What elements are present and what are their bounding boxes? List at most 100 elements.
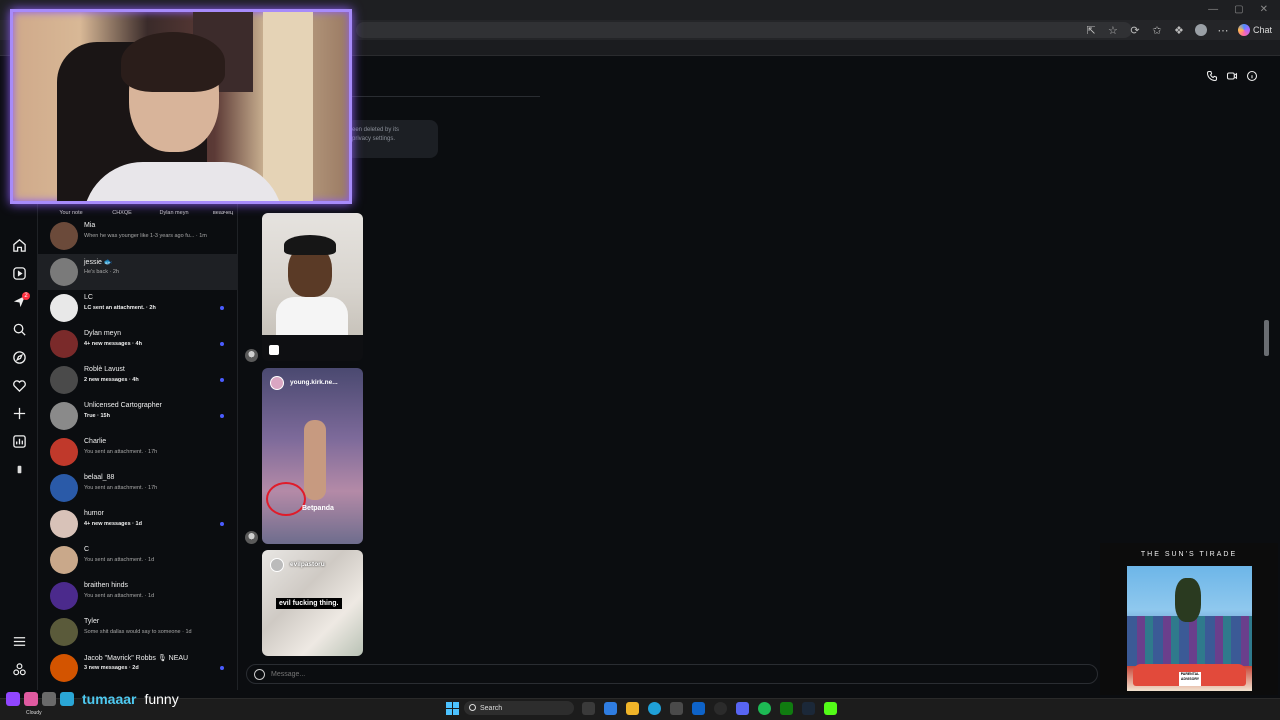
conversation-row[interactable]: humor 4+ new messages · 1d xyxy=(38,506,238,542)
parental-advisory-label: PARENTAL ADVISORY xyxy=(1179,672,1201,686)
deleted-notice-line: een deleted by its xyxy=(352,127,400,133)
install-app-icon[interactable]: ⇱ xyxy=(1084,23,1098,37)
explore-icon[interactable] xyxy=(12,350,27,365)
window-controls: — ▢ ✕ xyxy=(1208,4,1268,15)
discord-icon[interactable] xyxy=(736,702,749,715)
conversation-name: Jacob "Mavrick" Robbs 🎙 NEAU xyxy=(84,655,189,662)
conversation-name: Mia xyxy=(84,222,96,229)
conversation-row[interactable]: belaal_88 You sent an attachment. · 17h xyxy=(38,470,238,506)
conversation-row[interactable]: Unlicensed Cartographer True · 15h xyxy=(38,398,238,434)
obs-icon[interactable] xyxy=(714,702,727,715)
avatar xyxy=(50,438,78,466)
address-bar[interactable] xyxy=(356,22,1132,38)
conversation-row[interactable]: Dylan meyn 4+ new messages · 4h xyxy=(38,326,238,362)
conversation-preview: 4+ new messages · 1d xyxy=(84,521,142,527)
weather-label: Cloudy xyxy=(26,710,42,716)
conversation-preview: Some shit dallas would say to someone · … xyxy=(84,629,192,635)
sender-avatar[interactable] xyxy=(245,349,258,362)
conversation-row[interactable]: Charlie You sent an attachment. · 17h xyxy=(38,434,238,470)
edge-icon[interactable] xyxy=(648,702,661,715)
scrollbar-thumb[interactable] xyxy=(1264,320,1269,356)
thread-actions xyxy=(1206,69,1258,87)
search-icon xyxy=(469,704,476,711)
dashboard-icon[interactable] xyxy=(12,434,27,449)
conversation-row[interactable]: jessie 🐟 He's back · 2h xyxy=(38,254,238,290)
meta-apps-icon[interactable] xyxy=(12,662,27,677)
conversation-name: braithen hinds xyxy=(84,582,128,589)
avatar xyxy=(50,330,78,358)
conversation-preview: You sent an attachment. · 1d xyxy=(84,557,155,563)
copilot-chat-label: Chat xyxy=(1252,25,1272,35)
avatar xyxy=(50,402,78,430)
sender-avatar[interactable] xyxy=(245,531,258,544)
emoji-icon[interactable] xyxy=(254,669,265,680)
hamburger-menu-icon[interactable] xyxy=(12,634,27,649)
phone-call-icon[interactable] xyxy=(1206,69,1218,87)
more-menu-icon[interactable]: ⋯ xyxy=(1216,23,1230,37)
conversation-row[interactable]: Roblè Lavust 2 new messages · 4h xyxy=(38,362,238,398)
avatar xyxy=(50,258,78,286)
close-icon[interactable]: ✕ xyxy=(1260,4,1268,15)
note-label[interactable]: Your note xyxy=(46,210,96,216)
stream-chat-overlay: tumaaar funny xyxy=(6,690,179,708)
spotify-icon[interactable] xyxy=(758,702,771,715)
conversation-preview: True · 15h xyxy=(84,413,110,419)
taskbar-search[interactable]: Search xyxy=(464,701,574,715)
create-plus-icon[interactable] xyxy=(12,406,27,421)
reels-icon[interactable] xyxy=(12,266,27,281)
file-explorer-icon[interactable] xyxy=(626,702,639,715)
avatar xyxy=(50,510,78,538)
reel-handle: evilpastoru xyxy=(290,561,325,568)
video-call-icon[interactable] xyxy=(1226,69,1238,87)
note-label[interactable]: Dylan meyn xyxy=(148,210,200,216)
conversation-name: Dylan meyn xyxy=(84,330,121,337)
conversation-row[interactable]: C You sent an attachment. · 1d xyxy=(38,542,238,578)
now-playing-widget: THE SUN'S TIRADE PARENTAL ADVISORY xyxy=(1100,543,1278,695)
steam-icon[interactable] xyxy=(802,702,815,715)
profile-icon[interactable] xyxy=(1194,23,1208,37)
task-view-icon[interactable] xyxy=(582,702,595,715)
home-icon[interactable] xyxy=(12,238,27,253)
profile-avatar-icon[interactable] xyxy=(12,462,27,477)
avatar xyxy=(50,294,78,322)
windows-start-icon[interactable] xyxy=(446,702,459,715)
reel-handle: young.kirk.ne... xyxy=(290,379,338,386)
reel-caption: Betpanda xyxy=(302,505,334,512)
message-composer xyxy=(246,664,1098,684)
copilot-app-icon[interactable] xyxy=(604,702,617,715)
conversation-info-icon[interactable] xyxy=(1246,69,1258,87)
conversation-row[interactable]: Jacob "Mavrick" Robbs 🎙 NEAU 3 new messag… xyxy=(38,650,238,686)
notifications-heart-icon[interactable] xyxy=(12,378,27,393)
reel-thumbnail xyxy=(304,420,326,500)
restore-icon[interactable]: ▢ xyxy=(1234,4,1243,15)
deleted-message-notice: een deleted by its privacy settings. xyxy=(346,120,438,158)
message-input[interactable] xyxy=(271,668,1071,681)
bookmark-star-icon[interactable]: ☆ xyxy=(1106,23,1120,37)
conversation-name: Tyler xyxy=(84,618,100,625)
shared-reel[interactable]: young.kirk.ne... Betpanda xyxy=(262,368,363,544)
search-icon[interactable] xyxy=(12,322,27,337)
unread-dot xyxy=(220,378,224,382)
note-label[interactable]: CHXQE xyxy=(96,210,148,216)
unread-dot xyxy=(220,522,224,526)
shared-reel[interactable] xyxy=(262,213,363,361)
conversation-row[interactable]: Tyler Some shit dallas would say to someo… xyxy=(38,614,238,650)
kick-icon[interactable] xyxy=(824,702,837,715)
chat-message: funny xyxy=(144,691,179,707)
store-icon[interactable] xyxy=(670,702,683,715)
unread-dot xyxy=(220,306,224,310)
xbox-icon[interactable] xyxy=(780,702,793,715)
twitch-badge-icon xyxy=(6,692,20,706)
mail-icon[interactable] xyxy=(692,702,705,715)
shared-reel[interactable]: evilpastoru evil fucking thing. xyxy=(262,550,363,656)
conversation-row[interactable]: LC LC sent an attachment. · 2h xyxy=(38,290,238,326)
copilot-chat-button[interactable]: Chat xyxy=(1237,24,1272,36)
favorites-icon[interactable]: ✩ xyxy=(1150,23,1164,37)
extensions-icon[interactable]: ❖ xyxy=(1172,23,1186,37)
conversation-row[interactable]: Mia When he was younger like 1-3 years ag… xyxy=(38,218,238,254)
conversation-row[interactable]: braithen hinds You sent an attachment. · … xyxy=(38,578,238,614)
refresh-icon[interactable]: ⟳ xyxy=(1128,23,1142,37)
conversation-preview: 2 new messages · 4h xyxy=(84,377,139,383)
minimize-icon[interactable]: — xyxy=(1208,4,1218,15)
reel-icon xyxy=(269,345,279,355)
